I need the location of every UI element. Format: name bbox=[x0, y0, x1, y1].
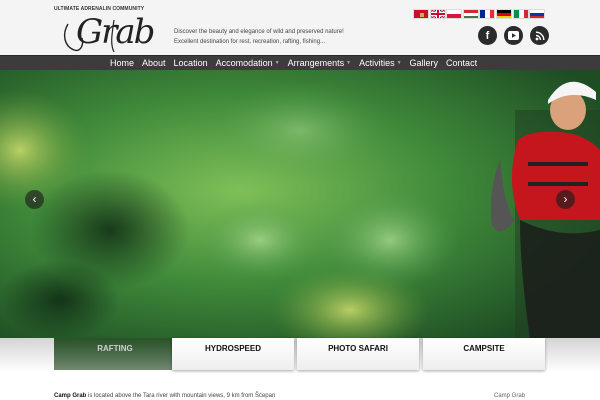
youtube-icon[interactable] bbox=[504, 26, 523, 45]
chevron-down-icon: ▼ bbox=[346, 60, 352, 66]
flag-uk-icon[interactable] bbox=[429, 9, 446, 19]
flag-italy-icon[interactable] bbox=[512, 9, 529, 19]
intro-text: Camp Grab is located above the Tara rive… bbox=[54, 393, 275, 399]
intro-lead[interactable]: Camp Grab bbox=[54, 393, 86, 399]
nav-home[interactable]: Home bbox=[106, 56, 138, 70]
site-logo[interactable]: ULTIMATE ADRENALIN COMMUNITY Grab bbox=[54, 6, 155, 54]
flag-russia-icon[interactable] bbox=[529, 9, 546, 19]
tagline-line-1: Discover the beauty and elegance of wild… bbox=[174, 29, 344, 35]
nav-accomodation[interactable]: Accomodation ▼ bbox=[212, 56, 284, 70]
hero-image-river-rafting bbox=[0, 70, 600, 338]
tab-hydrospeed[interactable]: HYDROSPEED bbox=[172, 338, 294, 370]
sidebar-heading: Camp Grab bbox=[494, 393, 526, 399]
nav-gallery[interactable]: Gallery bbox=[406, 56, 443, 70]
chevron-down-icon: ▼ bbox=[274, 60, 280, 66]
nav-location[interactable]: Location bbox=[170, 56, 212, 70]
slider-prev-button[interactable]: ‹ bbox=[25, 190, 44, 209]
flag-hungary-icon[interactable] bbox=[462, 9, 479, 19]
rss-icon[interactable] bbox=[530, 26, 549, 45]
site-header: ULTIMATE ADRENALIN COMMUNITY Grab Discov… bbox=[0, 0, 600, 55]
language-selector bbox=[413, 9, 546, 19]
tab-photo-safari[interactable]: PHOTO SAFARI bbox=[297, 338, 419, 370]
flag-germany-icon[interactable] bbox=[495, 9, 512, 19]
flag-poland-icon[interactable] bbox=[446, 9, 463, 19]
logo-wordmark: Grab bbox=[76, 12, 155, 52]
main-navigation: Home About Location Accomodation ▼ Arrang… bbox=[0, 55, 600, 70]
tab-rafting[interactable]: RAFTING bbox=[54, 338, 176, 370]
tagline-line-2: Excellent destination for rest, recreati… bbox=[174, 39, 326, 45]
social-links: f bbox=[478, 26, 549, 45]
nav-activities[interactable]: Activities ▼ bbox=[355, 56, 405, 70]
nav-about[interactable]: About bbox=[138, 56, 170, 70]
tab-campsite[interactable]: CAMPSITE bbox=[423, 338, 545, 370]
chevron-down-icon: ▼ bbox=[396, 60, 402, 66]
facebook-icon[interactable]: f bbox=[478, 26, 497, 45]
flag-montenegro-icon[interactable] bbox=[413, 9, 429, 19]
intro-body: is located above the Tara river with mou… bbox=[86, 393, 276, 399]
flag-france-icon[interactable] bbox=[479, 9, 496, 19]
hero-slider: ‹ › bbox=[0, 70, 600, 338]
nav-contact[interactable]: Contact bbox=[442, 56, 481, 70]
nav-arrangements[interactable]: Arrangements ▼ bbox=[284, 56, 355, 70]
site-tagline: Discover the beauty and elegance of wild… bbox=[174, 27, 344, 47]
slider-next-button[interactable]: › bbox=[556, 190, 575, 209]
